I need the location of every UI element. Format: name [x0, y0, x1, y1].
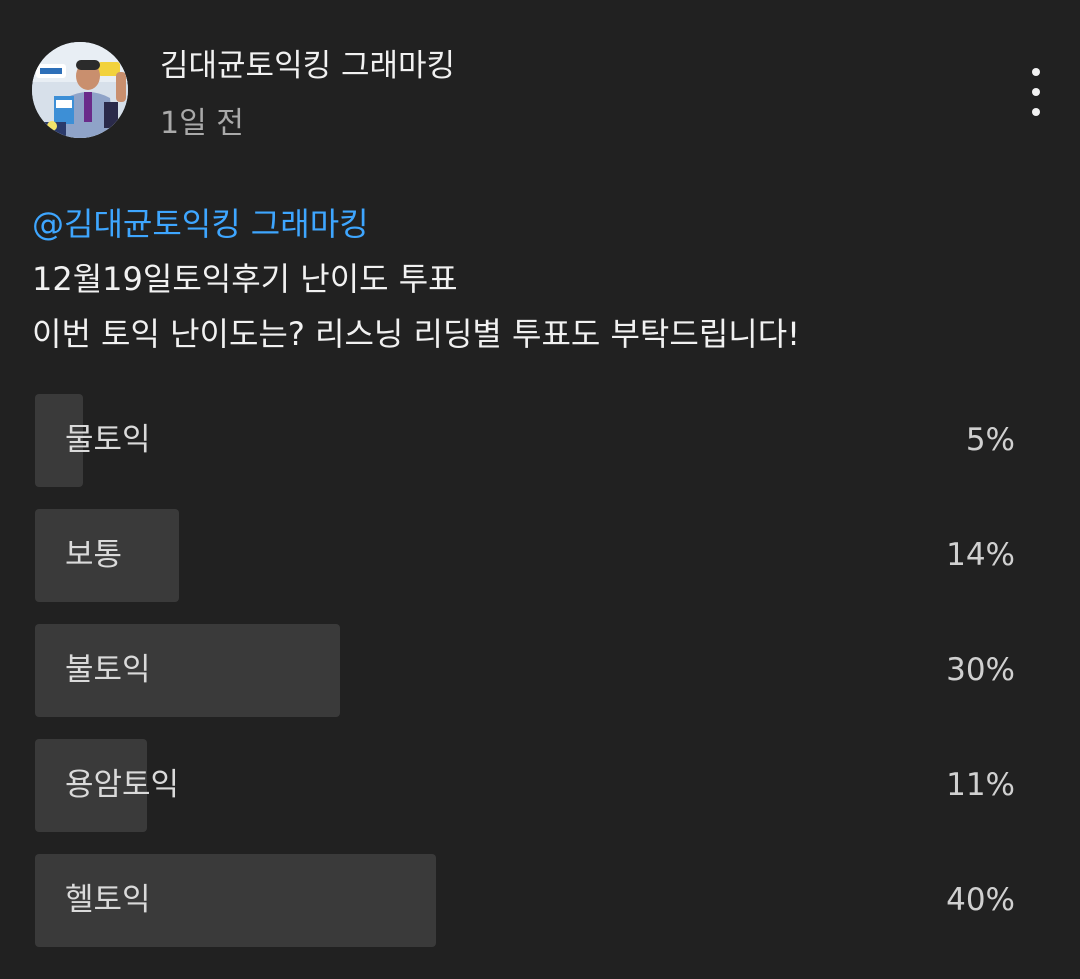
post-question-line: 이번 토익 난이도는? 리스닝 리딩별 투표도 부탁드립니다!: [32, 315, 800, 353]
menu-dot: [1032, 88, 1040, 96]
poll-option-label: 헬토익: [65, 882, 151, 918]
poll-option-percent: 30%: [946, 652, 1015, 688]
avatar-image: [32, 42, 128, 138]
channel-mention-link[interactable]: @김대균토익킹 그래마킹: [32, 197, 1048, 252]
poll-option[interactable]: 헬토익 40%: [35, 854, 1051, 947]
post-title-line: 12월19일토익후기 난이도 투표: [32, 260, 458, 298]
poll-option[interactable]: 물토익 5%: [35, 394, 1051, 487]
channel-name[interactable]: 김대균토익킹 그래마킹: [160, 46, 455, 86]
poll-option-percent: 11%: [946, 767, 1015, 803]
poll: 물토익 5% 보통 14% 불토익 30% 용암토익 11% 헬토익 40%: [35, 394, 1051, 969]
poll-option-percent: 5%: [965, 422, 1015, 458]
menu-dot: [1032, 68, 1040, 76]
poll-option-label: 용암토익: [65, 767, 180, 803]
poll-option[interactable]: 불토익 30%: [35, 624, 1051, 717]
poll-option-label: 불토익: [65, 652, 151, 688]
poll-option-percent: 40%: [946, 882, 1015, 918]
more-vert-icon[interactable]: [1024, 68, 1048, 116]
post-time: 1일 전: [160, 106, 244, 141]
post-header: 김대균토익킹 그래마킹 1일 전: [32, 42, 1048, 142]
menu-dot: [1032, 108, 1040, 116]
poll-option-percent: 14%: [946, 537, 1015, 573]
channel-avatar[interactable]: [32, 42, 128, 138]
post-body: @김대균토익킹 그래마킹 12월19일토익후기 난이도 투표 이번 토익 난이도…: [32, 197, 1048, 362]
poll-option[interactable]: 용암토익 11%: [35, 739, 1051, 832]
poll-option-label: 보통: [65, 537, 123, 573]
poll-option-label: 물토익: [65, 422, 151, 458]
poll-option[interactable]: 보통 14%: [35, 509, 1051, 602]
